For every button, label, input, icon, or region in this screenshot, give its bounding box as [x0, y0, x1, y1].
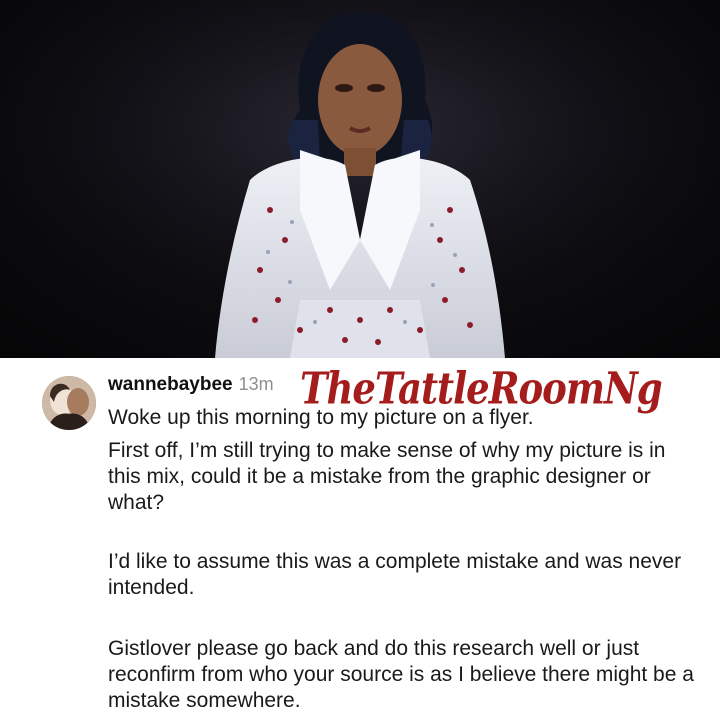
avatar[interactable]	[42, 376, 96, 430]
portrait-illustration	[0, 0, 720, 358]
comment-text-2: First off, I’m still trying to make sens…	[108, 439, 666, 514]
comment-meta: wannebaybee 13m	[108, 374, 274, 398]
comment-text-1: Woke up this morning to my picture on a …	[108, 406, 534, 429]
comment-text-3: I’d like to assume this was a complete m…	[108, 550, 682, 599]
comment-text-4: Gistlover please go back and do this res…	[108, 637, 694, 712]
timestamp: 13m	[238, 374, 274, 394]
post-photo	[0, 0, 720, 358]
avatar-image	[42, 376, 96, 430]
username[interactable]: wannebaybee	[108, 374, 233, 396]
